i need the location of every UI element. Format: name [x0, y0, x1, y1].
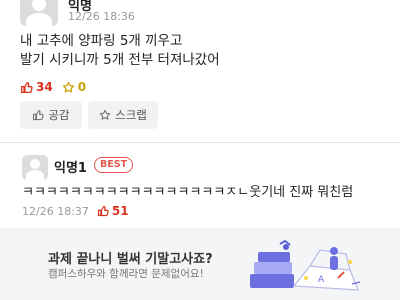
scrap-button-label: 스크랩	[115, 108, 147, 122]
post-stats: 34 15 0	[20, 79, 95, 270]
like-button-label: 공감	[48, 108, 70, 122]
scrap-count: 0	[62, 80, 86, 94]
comment-timestamp: 12/26 18:37	[22, 204, 89, 218]
post-body: 내 고추에 양파링 5개 끼우고 발기 시키니까 5개 전부 터져나갔어	[20, 32, 385, 70]
thumbs-up-icon	[20, 81, 33, 93]
star-icon	[62, 81, 74, 93]
comment-meta: 12/26 18:37 51	[22, 204, 129, 218]
best-comment: 익명1 BEST ㅋㅋㅋㅋㅋㅋㅋㅋㅋㅋㅋㅋㅋㅋㅋㅋㅋㅈㄴ웃기네 진짜 뭐친럼 1…	[0, 143, 400, 225]
post-body-line: 내 고추에 양파링 5개 끼우고	[20, 33, 183, 49]
best-badge: BEST	[94, 157, 134, 173]
svg-text:A: A	[318, 275, 325, 285]
star-icon	[99, 109, 111, 120]
like-count-value: 34	[36, 80, 53, 94]
thumbs-up-icon	[33, 109, 45, 121]
comment-body: ㅋㅋㅋㅋㅋㅋㅋㅋㅋㅋㅋㅋㅋㅋㅋㅋㅋㅈㄴ웃기네 진짜 뭐친럼	[22, 185, 354, 200]
comment-author-name: 익명1	[54, 161, 87, 176]
ad-banner[interactable]: 과제 끝나니 벌써 기말고사죠? 캠퍼스하우와 함께라면 문제없어요! A	[0, 228, 400, 300]
scrap-button[interactable]: 스크랩	[88, 101, 158, 129]
like-button[interactable]: 공감	[20, 101, 82, 129]
scrap-count-value: 0	[77, 80, 87, 94]
banner-illustration: A	[250, 240, 361, 291]
thumbs-up-icon	[97, 205, 109, 217]
comment-like-count-value: 51	[111, 204, 129, 218]
banner-title: 과제 끝나니 벌써 기말고사죠?	[48, 252, 213, 267]
comment-author-avatar	[22, 155, 48, 180]
post: 익명 12/26 18:36 내 고추에 양파링 5개 끼우고 발기 시키니까 …	[0, 0, 400, 270]
banner-subtitle: 캠퍼스하우와 함께라면 문제없어요!	[48, 268, 204, 280]
post-author-avatar	[20, 0, 58, 26]
comment-like-count: 51	[97, 204, 129, 218]
post-timestamp: 12/26 18:36	[68, 10, 135, 23]
post-body-line: 발기 시키니까 5개 전부 터져나갔어	[20, 52, 220, 68]
like-count: 34	[20, 80, 53, 94]
